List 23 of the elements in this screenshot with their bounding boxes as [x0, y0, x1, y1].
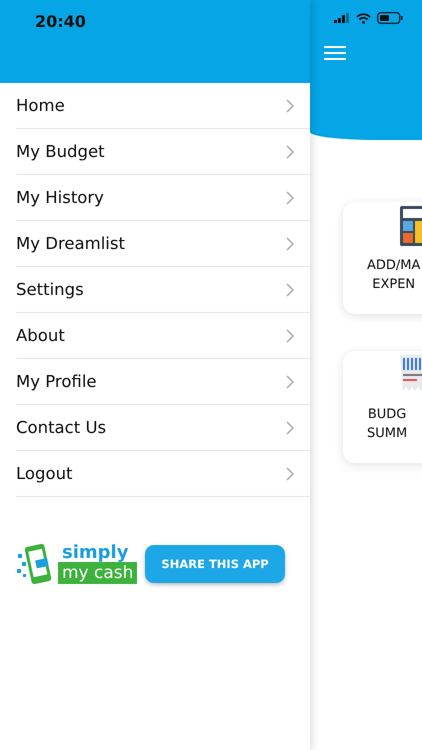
dashboard-card[interactable]: ADD/MA EXPEN [343, 202, 422, 314]
battery-icon [377, 12, 403, 24]
chevron-icon [286, 282, 294, 296]
dashboard-card[interactable]: BUDG SUMM [343, 351, 422, 463]
status-time: 20:40 [35, 12, 86, 31]
chevron-icon [286, 144, 294, 158]
chevron-icon [286, 374, 294, 388]
menu-icon[interactable] [324, 46, 346, 60]
card-label: SUMM [367, 426, 408, 441]
logo-text: simply [61, 544, 128, 562]
logo-text: my cash [58, 562, 138, 584]
receipt-icon [400, 355, 422, 391]
card-label: BUDG [368, 407, 406, 422]
chevron-icon [286, 328, 294, 342]
card-label: ADD/MA [367, 258, 420, 273]
chevron-icon [286, 420, 294, 434]
chevron-icon [286, 98, 294, 112]
chevron-icon [286, 466, 294, 480]
signal-icon [334, 13, 350, 23]
chevron-icon [286, 236, 294, 250]
card-label: EXPEN [372, 277, 416, 292]
wifi-icon [356, 12, 371, 24]
chevron-icon [286, 190, 294, 204]
